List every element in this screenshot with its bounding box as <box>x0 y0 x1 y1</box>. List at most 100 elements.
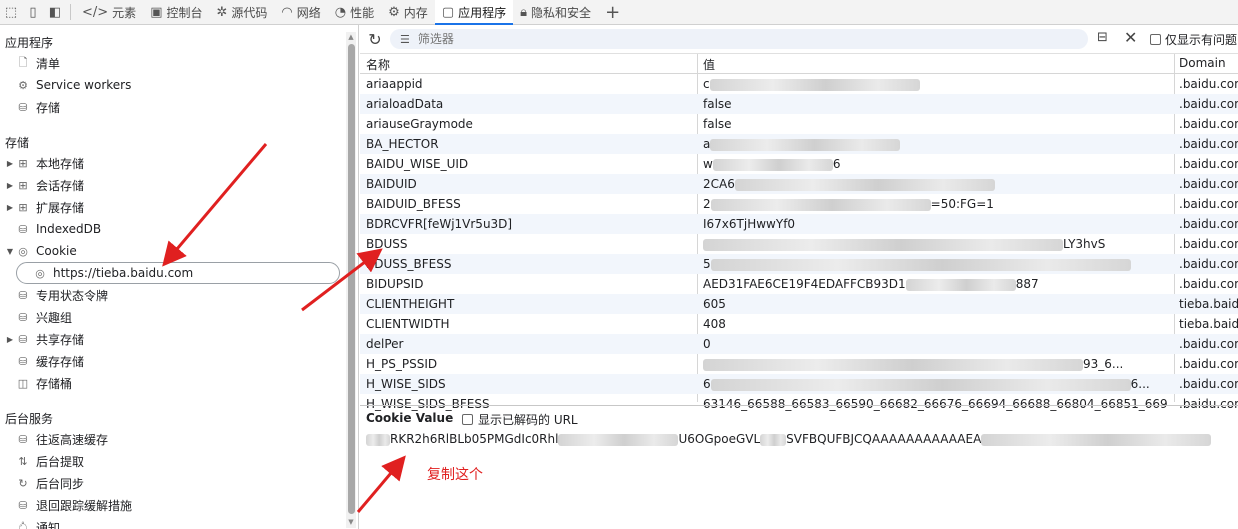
only-issues-toggle[interactable]: 仅显示有问题 <box>1150 31 1237 48</box>
cookie-value-divider[interactable] <box>360 405 1238 406</box>
tab-performance[interactable]: ◔ 性能 <box>328 0 381 24</box>
cookie-domain-cell[interactable]: .baidu.com <box>1179 237 1238 251</box>
column-header-value[interactable]: 值 <box>703 56 715 73</box>
filter-field[interactable]: ☰ <box>390 29 1088 49</box>
column-header-name[interactable]: 名称 <box>366 56 390 73</box>
cookie-domain-cell[interactable]: .baidu.com <box>1179 77 1238 91</box>
cookie-domain-cell[interactable]: .baidu.com <box>1179 217 1238 231</box>
table-row[interactable]: BAIDUID 2CA6 .baidu.com <box>360 174 1238 194</box>
scroll-down-icon[interactable]: ▼ <box>346 518 356 526</box>
sidebar-item-service-workers[interactable]: ⚙ Service workers <box>0 74 340 96</box>
cookie-value-cell[interactable]: 93_6... <box>703 357 1168 371</box>
table-row[interactable]: H_WISE_SIDS 6 6... .baidu.com <box>360 374 1238 394</box>
cookie-value-cell[interactable]: 5 <box>703 257 1168 271</box>
cookie-value-cell[interactable]: 0 <box>703 337 1168 351</box>
cookie-name-cell[interactable]: BIDUPSID <box>366 277 691 291</box>
cookie-value-cell[interactable]: LY3hvS <box>703 237 1168 251</box>
table-row[interactable]: delPer 0 .baidu.com <box>360 334 1238 354</box>
cookie-value-cell[interactable]: a <box>703 137 1168 151</box>
cookie-name-cell[interactable]: H_WISE_SIDS_BFESS <box>366 397 691 411</box>
column-header-domain[interactable]: Domain <box>1179 56 1226 70</box>
cookie-name-cell[interactable]: CLIENTHEIGHT <box>366 297 691 311</box>
cookie-domain-cell[interactable]: .baidu.com <box>1179 177 1238 191</box>
cookie-domain-cell[interactable]: .baidu.com <box>1179 137 1238 151</box>
table-row[interactable]: BDUSS LY3hvS .baidu.com <box>360 234 1238 254</box>
cookie-name-cell[interactable]: delPer <box>366 337 691 351</box>
cookie-name-cell[interactable]: BAIDUID <box>366 177 691 191</box>
table-row[interactable]: BDUSS_BFESS 5 .baidu.com <box>360 254 1238 274</box>
sidebar-item-local-storage[interactable]: ▶ ⊞ 本地存储 <box>0 152 340 174</box>
inspect-element-icon[interactable]: ⬚ <box>0 1 22 23</box>
dock-sidebar-icon[interactable]: ◧ <box>44 1 66 23</box>
sidebar-item-bfcache[interactable]: ⛁ 往返高速缓存 <box>0 428 340 450</box>
clear-all-cookies-icon[interactable]: ⊟ <box>1097 30 1108 45</box>
cookie-name-cell[interactable]: ariauseGraymode <box>366 117 691 131</box>
tab-elements[interactable]: </> 元素 <box>75 0 143 24</box>
tab-memory[interactable]: ⚙ 内存 <box>381 0 435 24</box>
cookie-value-cell[interactable]: 605 <box>703 297 1168 311</box>
cookie-name-cell[interactable]: arialoadData <box>366 97 691 111</box>
show-decoded-url-toggle[interactable]: 显示已解码的 URL <box>462 411 578 428</box>
tab-console[interactable]: ▣ 控制台 <box>143 0 209 24</box>
sidebar-item-interest-groups[interactable]: ⛁ 兴趣组 <box>0 306 340 328</box>
table-row[interactable]: ariaappid c .baidu.com <box>360 74 1238 94</box>
cookie-name-cell[interactable]: H_PS_PSSID <box>366 357 691 371</box>
sidebar-item-private-state-tokens[interactable]: ⛁ 专用状态令牌 <box>0 284 340 306</box>
tab-application[interactable]: ▢ 应用程序 <box>434 0 514 25</box>
cookie-name-cell[interactable]: BAIDU_WISE_UID <box>366 157 691 171</box>
cookie-value-cell[interactable]: 63146_66588_66583_66590_66682_66676_6669… <box>703 397 1168 411</box>
cookie-name-cell[interactable]: BAIDUID_BFESS <box>366 197 691 211</box>
cookie-domain-cell[interactable]: .baidu.com <box>1179 277 1238 291</box>
cookie-domain-cell[interactable]: .baidu.com <box>1179 337 1238 351</box>
table-row[interactable]: BIDUPSID AED31FAE6CE19F4EDAFFCB93D1 887 .ba… <box>360 274 1238 294</box>
cookie-domain-cell[interactable]: .baidu.com <box>1179 197 1238 211</box>
table-row[interactable]: BDRCVFR[feWj1Vr5u3D] I67x6TjHwwYf0 .baidu.… <box>360 214 1238 234</box>
refresh-icon[interactable]: ↻ <box>362 30 388 49</box>
filter-input[interactable] <box>415 31 1060 47</box>
sidebar-item-notifications[interactable]: 🔔︎ 通知 <box>0 516 340 529</box>
cookie-value-cell[interactable]: 6 6... <box>703 377 1168 391</box>
sidebar-item-session-storage[interactable]: ▶ ⊞ 会话存储 <box>0 174 340 196</box>
collapse-arrow-icon[interactable]: ▼ <box>4 247 16 256</box>
table-row[interactable]: BA_HECTOR a .baidu.com <box>360 134 1238 154</box>
sidebar-scrollbar[interactable]: ▲ ▼ <box>346 32 356 528</box>
cookie-domain-cell[interactable]: tieba.baidu <box>1179 317 1238 331</box>
sidebar-item-extension-storage[interactable]: ▶ ⊞ 扩展存储 <box>0 196 340 218</box>
cookie-value-cell[interactable]: 2 =50:FG=1 <box>703 197 1168 211</box>
table-row[interactable]: BAIDU_WISE_UIDw6.baidu.com <box>360 154 1238 174</box>
sidebar-item-background-fetch[interactable]: ⇅ 后台提取 <box>0 450 340 472</box>
cookie-name-cell[interactable]: H_WISE_SIDS <box>366 377 691 391</box>
more-tabs-button[interactable]: + <box>598 0 627 24</box>
cookie-value-cell[interactable]: 408 <box>703 317 1168 331</box>
cookie-value-cell[interactable]: w6 <box>703 157 1168 171</box>
cookie-domain-cell[interactable]: tieba.baidu <box>1179 297 1238 311</box>
cookie-value-cell[interactable]: I67x6TjHwwYf0 <box>703 217 1168 231</box>
cookie-name-cell[interactable]: BDUSS <box>366 237 691 251</box>
cookie-name-cell[interactable]: ariaappid <box>366 77 691 91</box>
cookie-name-cell[interactable]: CLIENTWIDTH <box>366 317 691 331</box>
cookie-value-text[interactable]: RKR2h6RlBLb05PMGdIc0Rhl U6OGpoeGVL SVFBQUF… <box>366 432 1238 446</box>
table-row[interactable]: CLIENTWIDTH 408 tieba.baidu <box>360 314 1238 334</box>
cookie-name-cell[interactable]: BA_HECTOR <box>366 137 691 151</box>
sidebar-item-cache-storage[interactable]: ⛁ 缓存存储 <box>0 350 340 372</box>
expand-arrow-icon[interactable]: ▶ <box>4 181 16 190</box>
cookie-domain-cell[interactable]: .baidu.com <box>1179 357 1238 371</box>
cookie-name-cell[interactable]: BDUSS_BFESS <box>366 257 691 271</box>
scroll-up-icon[interactable]: ▲ <box>346 33 356 41</box>
cookie-domain-cell[interactable]: .baidu.com <box>1179 377 1238 391</box>
cookie-domain-cell[interactable]: .baidu.com <box>1179 397 1238 411</box>
table-row[interactable]: CLIENTHEIGHT 605 tieba.baidu <box>360 294 1238 314</box>
table-row[interactable]: ariauseGraymode false .baidu.com <box>360 114 1238 134</box>
expand-arrow-icon[interactable]: ▶ <box>4 335 16 344</box>
table-row[interactable]: H_PS_PSSID 93_6... .baidu.com <box>360 354 1238 374</box>
sidebar-item-shared-storage[interactable]: ▶ ⛁ 共享存储 <box>0 328 340 350</box>
sidebar-item-bounce-tracking[interactable]: ⛁ 退回跟踪缓解措施 <box>0 494 340 516</box>
sidebar-item-cookie[interactable]: ▼ ◎ Cookie <box>0 240 340 262</box>
cookie-value-cell[interactable]: c <box>703 77 1168 91</box>
table-row[interactable]: arialoadData false .baidu.com <box>360 94 1238 114</box>
only-issues-checkbox[interactable] <box>1150 34 1161 45</box>
sidebar-item-background-sync[interactable]: ↻ 后台同步 <box>0 472 340 494</box>
tab-sources[interactable]: ✲ 源代码 <box>210 0 275 24</box>
tab-privacy-security[interactable]: 🔒︎ 隐私和安全 <box>513 0 598 24</box>
sidebar-item-cookie-tieba[interactable]: ◎ https://tieba.baidu.com <box>16 262 340 284</box>
